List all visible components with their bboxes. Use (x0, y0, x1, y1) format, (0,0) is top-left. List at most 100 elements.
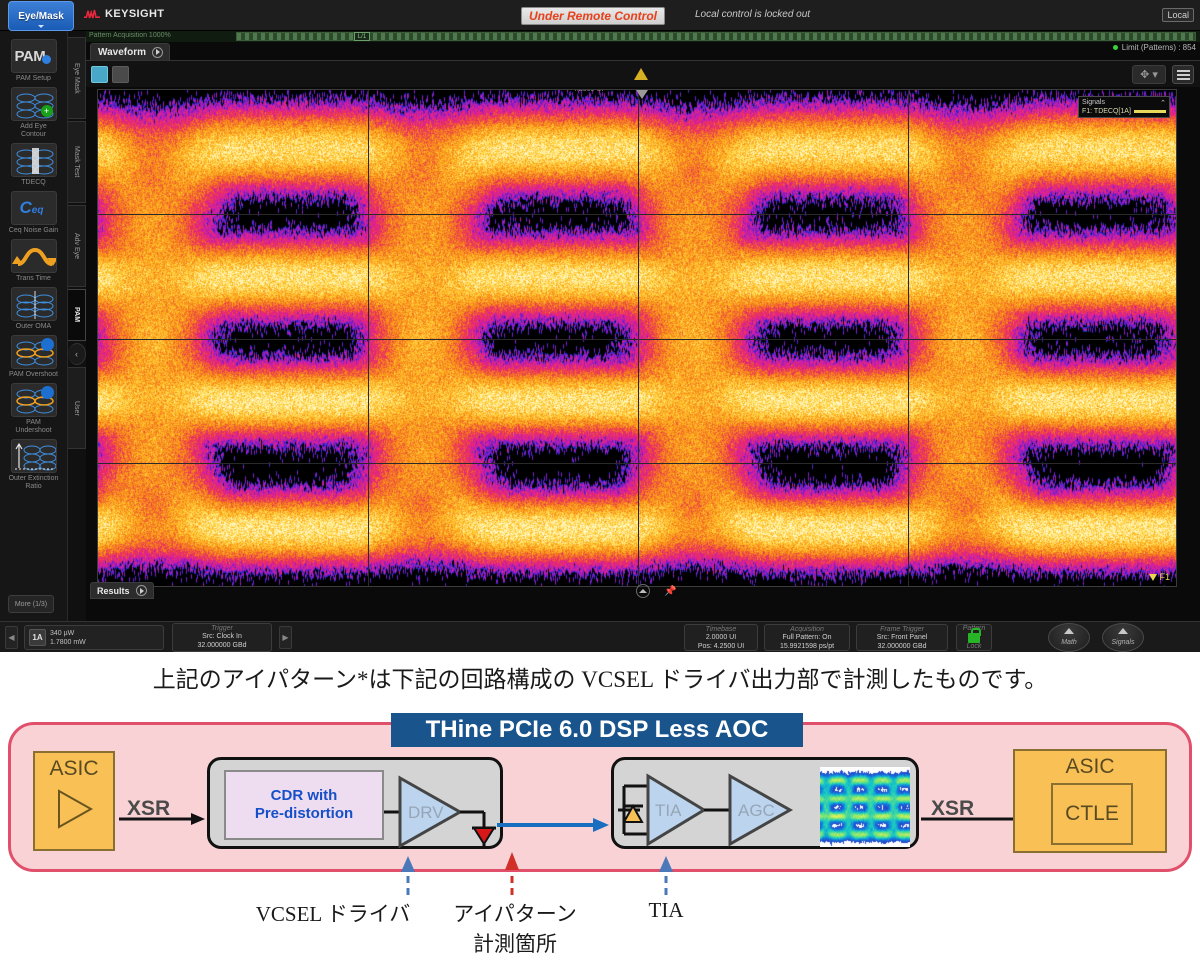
sidebar-item-outer-oma[interactable]: Outer OMA (4, 287, 64, 331)
scope-panel: Pattern Acquisition 1000% L/1 Limit (Pat… (86, 31, 1200, 621)
eye-mask-mode-button[interactable]: Eye/Mask (8, 1, 74, 31)
function-marker-f1[interactable]: F1 (1149, 572, 1170, 582)
sidebar-item-pam-undershoot[interactable]: PAM Undershoot (4, 383, 64, 435)
eye-diagram-display[interactable]: 4.2500 UI Signals ⌃ F1: TDECQ[1A] F1 (97, 89, 1177, 587)
sidebar-item-add-eye-contour[interactable]: + Add Eye Contour (4, 87, 64, 139)
ceq-noise-gain-icon: Ceq (11, 191, 57, 225)
function-marker-label: F1 (1159, 572, 1170, 582)
sidebar-more-button[interactable]: More (1/3) (8, 595, 54, 613)
signals-legend[interactable]: Signals ⌃ F1: TDECQ[1A] (1078, 96, 1170, 118)
scroll-left-button[interactable]: ◀ (5, 626, 18, 649)
frame-trigger-length: 127 UI (857, 651, 947, 652)
display-mode-color-grade-button[interactable] (91, 66, 108, 83)
acquisition-full-pattern: Full Pattern: On (765, 633, 849, 642)
pin-icon[interactable]: 📌 (664, 586, 676, 597)
signal-value-1: 340 µW (50, 630, 74, 637)
annotation-tia: TIA (620, 898, 712, 923)
sidebar-item-ceq-noise-gain[interactable]: Ceq Ceq Noise Gain (4, 191, 64, 235)
tab-waveform[interactable]: Waveform (90, 43, 170, 60)
pattern-lock-card[interactable]: Pattern Lock (956, 624, 992, 651)
tdecq-icon (11, 143, 57, 177)
annotation-eye-measure-point-line1: アイパターン (420, 898, 610, 928)
trigger-card-title: Trigger (173, 625, 271, 632)
tab-pam[interactable]: PAM (68, 289, 86, 341)
collapse-rail-button[interactable]: ‹ (68, 343, 86, 365)
signal-source-card[interactable]: 1A 340 µW 1.7800 mW (24, 625, 164, 650)
top-menu-bar: Eye/Mask KEYSIGHT Under Remote Control L… (0, 0, 1200, 31)
cdr-block: CDR with Pre-distortion (224, 770, 384, 840)
collapse-icon[interactable]: ⌃ (1160, 99, 1166, 107)
signals-legend-title: Signals (1082, 99, 1105, 107)
left-asic-label: ASIC (35, 757, 113, 781)
agc-label: AGC (738, 801, 775, 820)
signals-knob[interactable]: Signals (1102, 623, 1144, 652)
sidebar-label: PAM Setup (4, 75, 64, 83)
sidebar-item-outer-extinction-ratio[interactable]: Outer Extinction Ratio (4, 439, 64, 491)
sidebar-label: PAM Overshoot (4, 371, 64, 379)
sidebar-item-pam-setup[interactable]: PAM PAM Setup (4, 39, 64, 83)
sidebar-item-pam-overshoot[interactable]: PAM Overshoot (4, 335, 64, 379)
status-bar: ◀ 1A 340 µW 1.7800 mW Trigger Src: Clock… (0, 621, 1200, 652)
cdr-line2: Pre-distortion (255, 805, 353, 823)
warning-icon[interactable] (634, 68, 648, 80)
tab-mask-test[interactable]: Mask Test (68, 121, 86, 203)
oscilloscope-application: Eye/Mask KEYSIGHT Under Remote Control L… (0, 0, 1200, 652)
math-knob[interactable]: Math (1048, 623, 1090, 652)
ctle-label: CTLE (1065, 802, 1119, 826)
measurement-sidebar: PAM PAM Setup + Add Eye Contour (0, 31, 68, 621)
remote-control-banner: Under Remote Control (521, 7, 665, 25)
pan-tool-button[interactable]: ✥ ▾ (1132, 65, 1166, 84)
remote-control-text: Under Remote Control (529, 9, 657, 23)
marker-arrow-icon (1149, 574, 1157, 581)
results-play-icon[interactable] (136, 585, 147, 596)
sidebar-label: Add Eye Contour (4, 123, 64, 139)
display-mode-gray-button[interactable] (112, 66, 129, 83)
toolbar-right-group: ✥ ▾ (1132, 65, 1194, 84)
tx-module: CDR with Pre-distortion DRV (207, 757, 503, 849)
frame-trigger-title: Frame Trigger (857, 626, 947, 633)
frame-trigger-card[interactable]: Frame Trigger Src: Front Panel 32.000000… (856, 624, 948, 651)
eye-mask-label: Eye/Mask (18, 11, 64, 22)
timebase-position: Pos: 4.2500 UI (685, 642, 757, 651)
status-dot-icon (1113, 45, 1118, 50)
block-diagram: THine PCIe 6.0 DSP Less AOC ASIC XSR CDR… (8, 722, 1192, 872)
local-button[interactable]: Local (1162, 8, 1194, 22)
tab-results[interactable]: Results (90, 582, 154, 599)
tab-adv-eye[interactable]: Adv Eye (68, 205, 86, 287)
ctle-block: CTLE (1051, 783, 1133, 845)
frame-trigger-source: Src: Front Panel (857, 633, 947, 642)
scroll-right-button[interactable]: ▶ (279, 626, 292, 649)
tab-label: Mask Test (73, 146, 80, 177)
pattern-lock-label: Lock (957, 643, 991, 650)
acquisition-card[interactable]: Acquisition Full Pattern: On 15.9921598 … (764, 624, 850, 651)
tab-eye-mask[interactable]: Eye Mask (68, 37, 86, 119)
sidebar-item-tdecq[interactable]: TDECQ (4, 143, 64, 187)
waveform-toolbar: ✥ ▾ (86, 60, 1200, 87)
rx-eye-thumbnail (820, 767, 910, 847)
pattern-acquisition-strip: Pattern Acquisition 1000% L/1 (86, 31, 1200, 42)
transition-arrow-glyph (12, 240, 57, 273)
signals-legend-header: Signals ⌃ (1082, 99, 1166, 107)
tia-label: TIA (655, 801, 682, 820)
timebase-card[interactable]: Timebase 2.0000 UI Pos: 4.2500 UI (684, 624, 758, 651)
tab-user[interactable]: User (68, 367, 86, 449)
acquisition-title: Acquisition (765, 626, 849, 633)
play-icon[interactable] (152, 47, 163, 58)
sidebar-label: Outer Extinction Ratio (4, 475, 64, 491)
trigger-card[interactable]: Trigger Src: Clock In 32.000000 GBd (172, 623, 272, 652)
hamburger-menu-button[interactable] (1172, 65, 1194, 84)
rx-module: TIA AGC (611, 757, 919, 849)
expand-up-icon[interactable] (636, 584, 650, 598)
signals-knob-label: Signals (1112, 639, 1135, 646)
timebase-scale: 2.0000 UI (685, 633, 757, 642)
tab-label: Eye Mask (73, 63, 80, 94)
left-asic-block: ASIC (33, 751, 115, 851)
acquisition-marker: L/1 (354, 32, 370, 41)
signal-channel-badge: 1A (29, 629, 46, 646)
sidebar-item-trans-time[interactable]: Trans Time (4, 239, 64, 283)
eye-diagram-canvas (98, 90, 1177, 587)
sidebar-label: TDECQ (4, 179, 64, 187)
acquisition-resolution: 15.9921598 ps/pt (765, 642, 849, 651)
position-marker-label: 4.2500 UI (573, 89, 603, 93)
position-marker-icon[interactable] (636, 90, 648, 99)
